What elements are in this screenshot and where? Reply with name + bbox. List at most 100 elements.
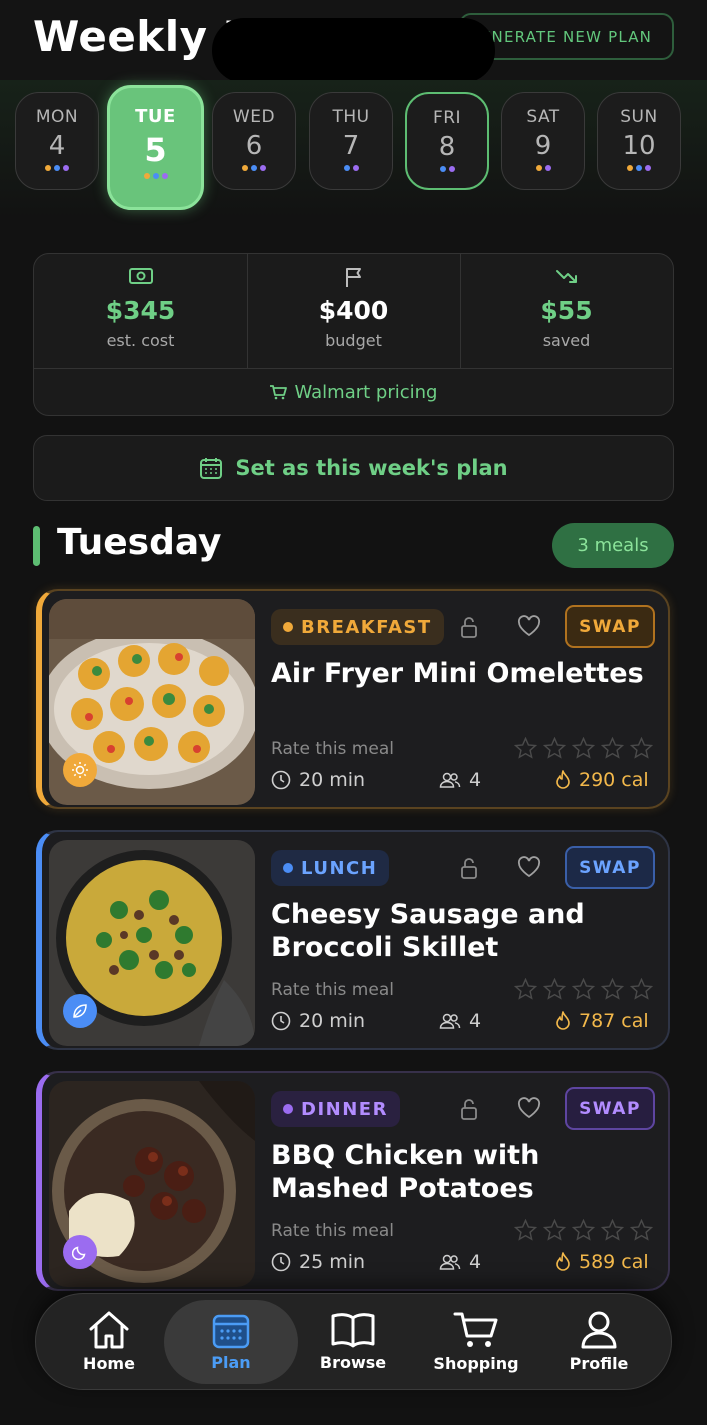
day-mon[interactable]: MON 4 — [15, 92, 99, 190]
meal-name: Air Fryer Mini Omelettes — [271, 658, 644, 689]
clock-icon — [271, 1252, 291, 1272]
meal-dots — [502, 165, 584, 171]
day-sun[interactable]: SUN 10 — [597, 92, 681, 190]
day-name: THU — [332, 107, 370, 127]
day-number: 8 — [438, 132, 456, 162]
meal-type-label: LUNCH — [301, 857, 378, 879]
budget-value: $400 — [318, 296, 389, 325]
star-rating[interactable] — [514, 978, 653, 1000]
heart-icon[interactable] — [517, 856, 541, 878]
servings: 4 — [439, 1251, 481, 1273]
nav-shopping[interactable]: Shopping — [415, 1294, 537, 1389]
star-icon[interactable] — [601, 1219, 624, 1241]
day-number: 9 — [534, 131, 552, 161]
meal-type-label: DINNER — [301, 1098, 388, 1120]
meal-name: Cheesy Sausage and Broccoli Skillet — [271, 899, 585, 963]
est-cost-value: $345 — [105, 296, 176, 325]
prep-time: 25 min — [271, 1251, 365, 1273]
unlock-icon[interactable] — [459, 1097, 479, 1121]
set-week-plan-button[interactable]: Set as this week's plan — [33, 435, 674, 501]
star-rating[interactable] — [514, 1219, 653, 1241]
cart-icon — [453, 1312, 498, 1347]
day-thu[interactable]: THU 7 — [309, 92, 393, 190]
nav-home-label: Home — [83, 1354, 135, 1373]
unlock-icon[interactable] — [459, 615, 479, 639]
day-fri[interactable]: FRI 8 — [405, 92, 489, 190]
meal-card-lunch[interactable]: LUNCH SWAP Cheesy Sausage and Broccoli S… — [36, 830, 670, 1050]
swap-button[interactable]: SWAP — [565, 605, 655, 648]
star-icon[interactable] — [514, 1219, 537, 1241]
est-cost-label: est. cost — [106, 331, 175, 350]
nav-profile[interactable]: Profile — [538, 1294, 660, 1389]
moon-icon — [63, 1235, 97, 1269]
rate-label: Rate this meal — [271, 980, 394, 1000]
nav-plan[interactable]: Plan — [164, 1300, 298, 1384]
flame-icon — [556, 1011, 570, 1030]
meal-type-tag: BREAKFAST — [271, 609, 444, 645]
star-rating[interactable] — [514, 737, 653, 759]
servings: 4 — [439, 1010, 481, 1032]
budget-label: budget — [325, 331, 382, 350]
meal-count-badge: 3 meals — [552, 523, 674, 568]
cart-icon — [269, 385, 287, 400]
redaction-overlay — [212, 18, 495, 83]
star-icon[interactable] — [543, 1219, 566, 1241]
heart-icon[interactable] — [517, 615, 541, 637]
saved-value: $55 — [540, 296, 593, 325]
calories-value: 589 cal — [579, 1251, 649, 1273]
meal-dots — [407, 166, 487, 172]
star-icon[interactable] — [630, 1219, 653, 1241]
meal-photo — [49, 1081, 255, 1287]
star-icon[interactable] — [630, 978, 653, 1000]
leaf-icon — [63, 994, 97, 1028]
star-icon[interactable] — [543, 737, 566, 759]
day-name: WED — [232, 107, 276, 127]
heart-icon[interactable] — [517, 1097, 541, 1119]
nav-browse[interactable]: Browse — [292, 1294, 414, 1389]
prep-time: 20 min — [271, 769, 365, 791]
day-number: 6 — [245, 131, 263, 161]
rate-label: Rate this meal — [271, 1221, 394, 1241]
star-icon[interactable] — [543, 978, 566, 1000]
est-cost-stat: $345 est. cost — [34, 254, 247, 368]
sun-icon — [63, 753, 97, 787]
nav-home[interactable]: Home — [48, 1294, 170, 1389]
meal-card-dinner[interactable]: DINNER SWAP BBQ Chicken with Mashed Pota… — [36, 1071, 670, 1291]
prep-time-value: 20 min — [299, 1010, 366, 1032]
clock-icon — [271, 770, 291, 790]
rate-label: Rate this meal — [271, 739, 394, 759]
calories: 787 cal — [555, 1010, 649, 1032]
day-sat[interactable]: SAT 9 — [501, 92, 585, 190]
unlock-icon[interactable] — [459, 856, 479, 880]
star-icon[interactable] — [601, 737, 624, 759]
swap-button[interactable]: SWAP — [565, 1087, 655, 1130]
meal-card-breakfast[interactable]: BREAKFAST SWAP Air Fryer Mini Omelettes … — [36, 589, 670, 809]
star-icon[interactable] — [514, 737, 537, 759]
meal-type-tag: DINNER — [271, 1091, 400, 1127]
day-name: TUE — [135, 106, 176, 127]
money-icon — [128, 268, 153, 284]
star-icon[interactable] — [514, 978, 537, 1000]
saved-label: saved — [542, 331, 591, 350]
star-icon[interactable] — [572, 1219, 595, 1241]
section-title: Tuesday — [57, 522, 222, 563]
star-icon[interactable] — [572, 737, 595, 759]
star-icon[interactable] — [601, 978, 624, 1000]
home-icon — [89, 1311, 129, 1349]
day-name: SAT — [526, 107, 560, 127]
star-icon[interactable] — [572, 978, 595, 1000]
top-header: Weekly Pl ENERATE NEW PLAN — [0, 0, 707, 83]
pricing-source[interactable]: Walmart pricing — [34, 368, 672, 416]
meal-dots — [598, 165, 680, 171]
set-week-plan-label: Set as this week's plan — [235, 456, 508, 480]
clock-icon — [271, 1011, 291, 1031]
flame-icon — [556, 1252, 570, 1271]
day-wed[interactable]: WED 6 — [212, 92, 296, 190]
day-tue[interactable]: TUE 5 — [107, 85, 204, 210]
prep-time: 20 min — [271, 1010, 365, 1032]
calories-value: 787 cal — [579, 1010, 649, 1032]
star-icon[interactable] — [630, 737, 653, 759]
day-number: 10 — [622, 131, 656, 161]
swap-button[interactable]: SWAP — [565, 846, 655, 889]
nav-plan-label: Plan — [211, 1352, 251, 1372]
